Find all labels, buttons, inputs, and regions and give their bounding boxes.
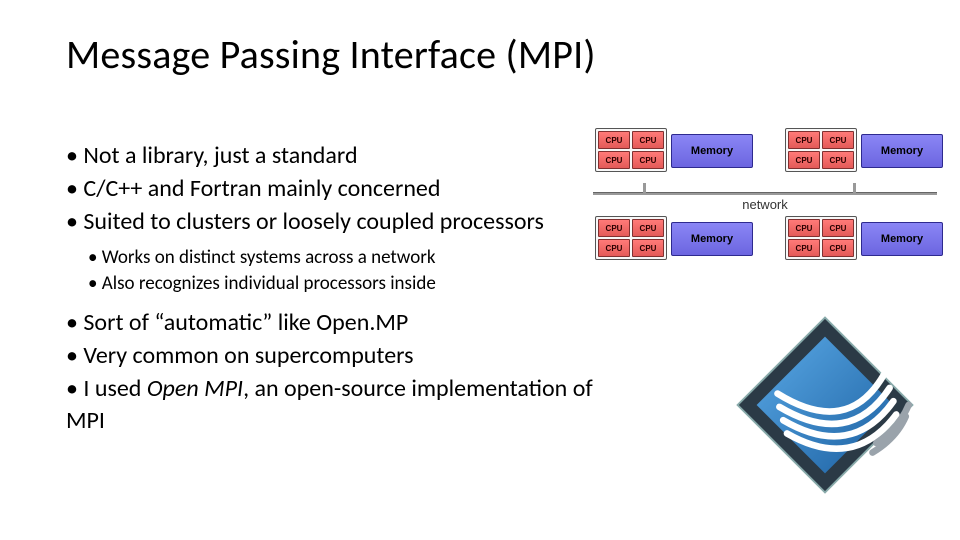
cpu-chip: CPU [788,151,820,169]
emphasis: Open MPI [147,374,243,403]
memory-block: Memory [861,134,943,168]
cpu-chip: CPU [632,239,664,257]
cpu-chip: CPU [788,219,820,237]
memory-block: Memory [671,222,753,256]
network-label: network [585,197,945,212]
sub-bullet-item: Also recognizes individual processors in… [88,272,626,297]
cpu-chip: CPU [598,219,630,237]
text: I used [83,374,146,403]
cpu-block: CPU CPU CPU CPU [595,128,667,172]
bullet-item: C/C++ and Fortran mainly concerned [66,173,626,204]
memory-block: Memory [861,222,943,256]
cpu-chip: CPU [632,219,664,237]
openmpi-logo [730,310,920,500]
bus-tick [853,183,856,195]
cpu-chip: CPU [598,131,630,149]
bullet-item: Sort of “automatic” like Open.MP [66,307,626,338]
cpu-chip: CPU [788,131,820,149]
bullet-item: I used Open MPI, an open-source implemen… [66,373,626,435]
cpu-chip: CPU [632,151,664,169]
compute-node: CPU CPU CPU CPU Memory [785,216,945,262]
cpu-chip: CPU [632,131,664,149]
cpu-chip: CPU [598,239,630,257]
memory-block: Memory [671,134,753,168]
cpu-chip: CPU [822,219,854,237]
cpu-chip: CPU [822,239,854,257]
slide: Message Passing Interface (MPI) Not a li… [0,0,960,540]
cpu-block: CPU CPU CPU CPU [785,216,857,260]
cpu-chip: CPU [788,239,820,257]
cpu-chip: CPU [822,151,854,169]
cpu-chip: CPU [598,151,630,169]
compute-node: CPU CPU CPU CPU Memory [785,128,945,174]
bus-tick [643,183,646,195]
bullet-item: Very common on supercomputers [66,340,626,371]
cpu-chip: CPU [822,131,854,149]
sub-bullet-list: Works on distinct systems across a netwo… [88,246,626,297]
bullet-list: Not a library, just a standard C/C++ and… [66,140,626,238]
cpu-block: CPU CPU CPU CPU [785,128,857,172]
slide-title: Message Passing Interface (MPI) [66,30,596,79]
compute-node: CPU CPU CPU CPU Memory [595,216,755,262]
bullet-item: Suited to clusters or loosely coupled pr… [66,206,626,237]
bullet-item: Not a library, just a standard [66,140,626,171]
network-diagram: network CPU CPU CPU CPU Memory CPU CPU C… [585,120,945,270]
bullet-list: Sort of “automatic” like Open.MP Very co… [66,307,626,436]
cpu-block: CPU CPU CPU CPU [595,216,667,260]
slide-body: Not a library, just a standard C/C++ and… [66,140,626,438]
sub-bullet-item: Works on distinct systems across a netwo… [88,246,626,271]
compute-node: CPU CPU CPU CPU Memory [595,128,755,174]
